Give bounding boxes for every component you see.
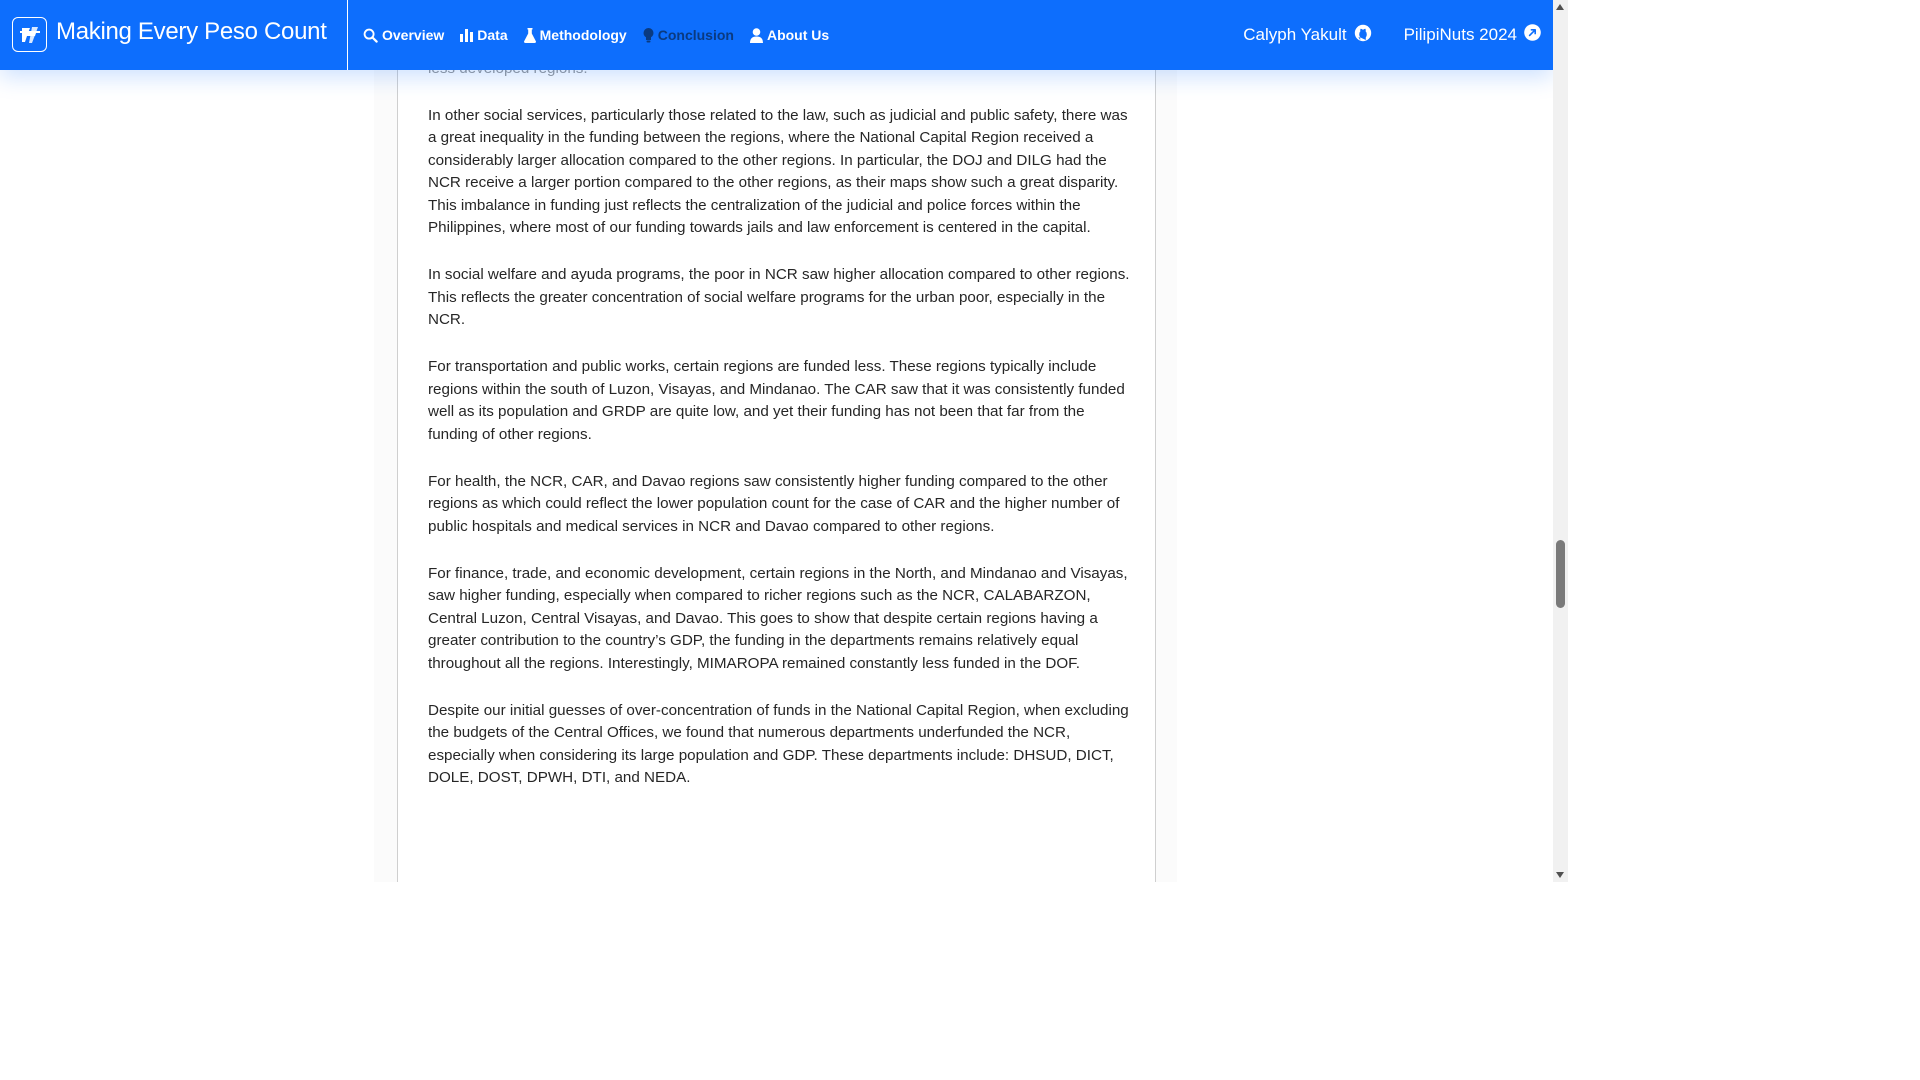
nav-methodology-label: Methodology bbox=[539, 27, 627, 43]
nav-data[interactable]: Data bbox=[460, 27, 508, 43]
paragraph-ncr-underfunding: Despite our initial guesses of over-conc… bbox=[428, 701, 1129, 787]
paragraph-law-services: In other social services, particularly t… bbox=[428, 106, 1128, 237]
nav-external-links: Calyph Yakult PilipiNuts 2024 bbox=[1211, 0, 1541, 70]
scroll-down-arrow-icon[interactable] bbox=[1556, 872, 1564, 878]
paragraph-health: For health, the NCR, CAR, and Davao regi… bbox=[428, 472, 1120, 535]
nav-overview[interactable]: Overview bbox=[363, 27, 444, 43]
nav-conclusion-label: Conclusion bbox=[657, 27, 734, 43]
top-navbar: Making Every Peso Count Overview Data Me… bbox=[0, 0, 1553, 70]
search-icon bbox=[363, 28, 378, 43]
scrollbar-thumb[interactable] bbox=[1556, 540, 1565, 608]
page: less developed regions. In other social … bbox=[0, 0, 1568, 882]
calyph-yakult-link[interactable]: Calyph Yakult bbox=[1243, 24, 1371, 47]
brand-title: Making Every Peso Count bbox=[56, 18, 327, 45]
paragraph-finance-trade: For finance, trade, and economic develop… bbox=[428, 564, 1128, 672]
scroll-up-arrow-icon[interactable] bbox=[1556, 4, 1564, 10]
brand[interactable]: Making Every Peso Count bbox=[0, 0, 348, 70]
conclusion-card: less developed regions. In other social … bbox=[397, 0, 1156, 882]
conclusion-content: less developed regions. In other social … bbox=[428, 58, 1130, 790]
nav-methodology[interactable]: Methodology bbox=[523, 27, 627, 43]
bar-chart-icon bbox=[460, 28, 474, 42]
flask-icon bbox=[523, 27, 536, 43]
nav-links: Overview Data Methodology Conclusion Abo… bbox=[363, 0, 845, 70]
external-link-icon bbox=[1524, 24, 1541, 46]
paragraph-transportation: For transportation and public works, cer… bbox=[428, 358, 1125, 443]
paragraph-social-welfare: In social welfare and ayuda programs, th… bbox=[428, 266, 1130, 328]
nav-conclusion[interactable]: Conclusion bbox=[643, 27, 734, 43]
vertical-scrollbar[interactable] bbox=[1553, 0, 1568, 882]
person-icon bbox=[749, 27, 763, 43]
nav-about-us-label: About Us bbox=[766, 27, 830, 43]
lightbulb-icon bbox=[643, 27, 654, 43]
github-icon bbox=[1354, 24, 1372, 47]
right-gutter bbox=[1155, 0, 1177, 882]
calyph-yakult-label: Calyph Yakult bbox=[1243, 25, 1347, 44]
left-gutter bbox=[374, 0, 398, 882]
pilipinuts-2024-link[interactable]: PilipiNuts 2024 bbox=[1404, 24, 1541, 46]
brand-logo-icon bbox=[12, 17, 47, 52]
pilipinuts-2024-label: PilipiNuts 2024 bbox=[1403, 25, 1517, 44]
nav-data-label: Data bbox=[477, 27, 508, 43]
nav-about-us[interactable]: About Us bbox=[749, 27, 830, 43]
nav-overview-label: Overview bbox=[382, 27, 445, 43]
